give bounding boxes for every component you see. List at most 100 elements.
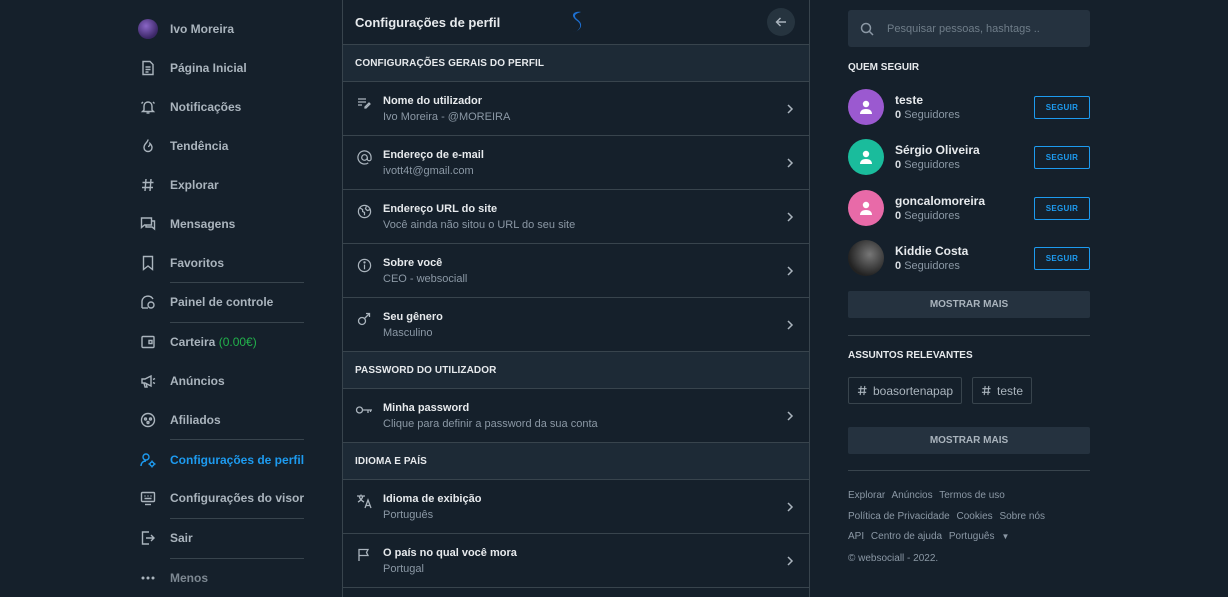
nav-explore[interactable]: Explorar — [138, 173, 219, 197]
hashtag-icon — [857, 385, 867, 396]
setting-password[interactable]: Minha password Clique para definir a pas… — [343, 389, 809, 443]
chevron-right-icon — [787, 211, 794, 222]
topic-tag[interactable]: teste — [972, 377, 1033, 404]
follower-number: 0 — [895, 260, 902, 272]
follow-name[interactable]: goncalomoreira — [895, 194, 1034, 208]
avatar[interactable] — [848, 89, 884, 125]
topic-label: boasortenapap — [873, 383, 954, 398]
nav-home-label: Página Inicial — [170, 61, 247, 75]
bell-icon — [138, 97, 158, 117]
nav-messages[interactable]: Mensagens — [138, 212, 235, 236]
more-dots-icon — [138, 568, 158, 588]
follow-button[interactable]: SEGUIR — [1034, 145, 1090, 169]
setting-username[interactable]: Nome do utilizador Ivo Moreira - @MOREIR… — [343, 82, 809, 136]
follow-suggestion: Sérgio Oliveira 0 Seguidores SEGUIR — [848, 139, 1090, 175]
footer-links-row: API Centro de ajuda Português ▼ — [848, 531, 1017, 542]
avatar-photo[interactable] — [848, 240, 884, 276]
footer-link[interactable]: Política de Privacidade — [848, 511, 950, 522]
follow-suggestion: Kiddie Costa 0 Seguidores SEGUIR — [848, 240, 1090, 276]
topic-tag[interactable]: boasortenapap — [848, 377, 963, 404]
chevron-right-icon — [787, 103, 794, 114]
info-icon — [355, 256, 373, 274]
section-header-password: PASSWORD DO UTILIZADOR — [343, 352, 809, 389]
avatar[interactable] — [848, 190, 884, 226]
fire-icon — [138, 136, 158, 156]
show-more-button[interactable]: MOSTRAR MAIS — [848, 291, 1090, 318]
default-user-icon — [860, 150, 872, 164]
logout-icon — [138, 528, 158, 548]
messages-icon — [138, 214, 158, 234]
nav-profile-settings-label: Configurações de perfil — [170, 453, 305, 467]
nav-dashboard-label: Painel de controle — [170, 295, 274, 309]
footer-link[interactable]: Cookies — [957, 511, 993, 522]
setting-email[interactable]: Endereço de e-mail ivott4t@gmail.com — [343, 136, 809, 190]
follow-button[interactable]: SEGUIR — [1034, 246, 1090, 270]
setting-website[interactable]: Endereço URL do site Você ainda não sito… — [343, 190, 809, 244]
footer-links-row: Explorar Anúncios Termos de uso — [848, 490, 1009, 501]
footer-link[interactable]: Sobre nós — [999, 511, 1045, 522]
follow-name[interactable]: Kiddie Costa — [895, 244, 1034, 258]
footer-link[interactable]: Anúncios — [891, 490, 932, 501]
setting-title: Seu gênero — [383, 310, 443, 323]
footer-link[interactable]: API — [848, 531, 864, 542]
nav-profile[interactable]: Ivo Moreira — [138, 17, 234, 41]
flag-icon — [355, 546, 373, 564]
footer-link[interactable]: Explorar — [848, 490, 885, 501]
footer-link[interactable]: Centro de ajuda — [871, 531, 942, 542]
nav-divider — [170, 558, 304, 559]
back-button[interactable] — [767, 8, 795, 36]
nav-ads[interactable]: Anúncios — [138, 369, 225, 393]
page-title: Configurações de perfil — [355, 14, 501, 30]
default-user-icon — [860, 201, 872, 215]
nav-more[interactable]: Menos — [138, 566, 208, 590]
at-sign-icon — [355, 148, 373, 166]
follower-number: 0 — [895, 159, 902, 171]
nav-notifications[interactable]: Notificações — [138, 95, 241, 119]
nav-favorites[interactable]: Favoritos — [138, 251, 224, 275]
nav-display-settings-label: Configurações do visor — [170, 491, 305, 505]
setting-about[interactable]: Sobre você CEO - websociall — [343, 244, 809, 298]
setting-gender[interactable]: Seu gênero Masculino — [343, 298, 809, 352]
nav-wallet[interactable]: Carteira (0.00€) — [138, 330, 257, 354]
chevron-right-icon — [787, 157, 794, 168]
show-more-topics-button[interactable]: MOSTRAR MAIS — [848, 427, 1090, 454]
search-input[interactable] — [887, 22, 1077, 35]
setting-value: ivott4t@gmail.com — [383, 164, 474, 177]
search-box[interactable] — [848, 10, 1090, 47]
globe-icon — [355, 202, 373, 220]
follower-label: Seguidores — [904, 210, 960, 222]
follow-button[interactable]: SEGUIR — [1034, 196, 1090, 220]
setting-value: Portugal — [383, 562, 424, 575]
nav-logout[interactable]: Sair — [138, 526, 193, 550]
follow-name[interactable]: Sérgio Oliveira — [895, 143, 1034, 157]
nav-divider — [170, 518, 304, 519]
setting-title: O país no qual você mora — [383, 546, 517, 559]
wallet-icon — [138, 332, 158, 352]
footer-link[interactable]: Termos de uso — [939, 490, 1005, 501]
follower-count: 0 Seguidores — [895, 159, 1034, 171]
follow-name[interactable]: teste — [895, 93, 1034, 107]
divider — [848, 335, 1090, 336]
affiliates-icon — [138, 410, 158, 430]
nav-explore-label: Explorar — [170, 178, 219, 192]
user-settings-icon — [138, 450, 158, 470]
nav-display-settings[interactable]: Configurações do visor — [138, 486, 304, 510]
setting-value: Clique para definir a password da sua co… — [383, 417, 598, 430]
nav-dashboard[interactable]: Painel de controle — [138, 290, 273, 314]
nav-affiliates[interactable]: Afiliados — [138, 408, 221, 432]
language-selector[interactable]: Português ▼ — [949, 531, 1014, 542]
nav-profile-settings[interactable]: Configurações de perfil — [138, 448, 304, 472]
follower-count: 0 Seguidores — [895, 210, 1034, 222]
nav-trending[interactable]: Tendência — [138, 134, 228, 158]
setting-display-language[interactable]: Idioma de exibição Português — [343, 480, 809, 534]
nav-home[interactable]: Página Inicial — [138, 56, 247, 80]
avatar[interactable] — [848, 139, 884, 175]
follow-button[interactable]: SEGUIR — [1034, 95, 1090, 119]
megaphone-icon — [138, 371, 158, 391]
display-icon — [138, 488, 158, 508]
nav-favorites-label: Favoritos — [170, 256, 225, 270]
panel-header: Configurações de perfil — [343, 0, 809, 45]
setting-country[interactable]: O país no qual você mora Portugal — [343, 534, 809, 588]
dashboard-icon — [138, 292, 158, 312]
follower-label: Seguidores — [904, 159, 960, 171]
